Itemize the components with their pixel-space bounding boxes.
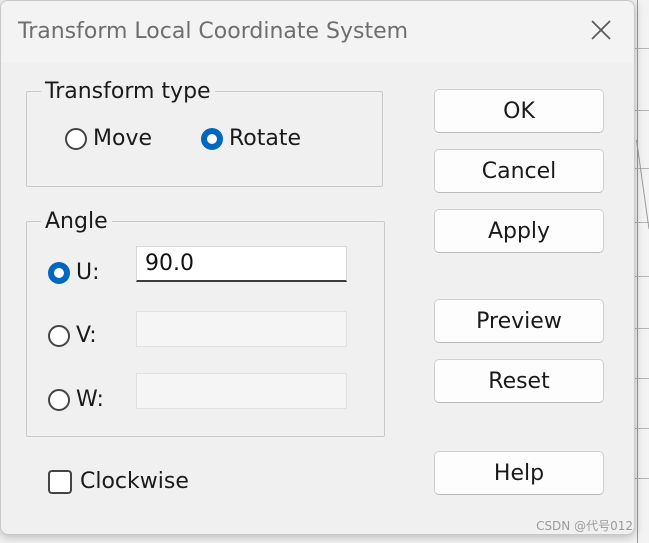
angle-u-input[interactable] <box>136 246 347 282</box>
radio-axis-v-label: V: <box>76 323 97 348</box>
transform-lcs-dialog: Transform Local Coordinate System Transf… <box>0 0 635 535</box>
watermark: CSDN @代号012 <box>536 519 633 533</box>
radio-axis-u[interactable]: U: <box>48 260 100 285</box>
radio-axis-u-label: U: <box>76 260 100 285</box>
radio-axis-w[interactable]: W: <box>48 387 104 412</box>
radio-rotate[interactable]: Rotate <box>201 126 301 151</box>
radio-axis-v[interactable]: V: <box>48 323 97 348</box>
close-icon <box>591 20 611 40</box>
help-button[interactable]: Help <box>434 451 604 495</box>
clockwise-checkbox[interactable]: Clockwise <box>48 469 189 494</box>
reset-button[interactable]: Reset <box>434 359 604 403</box>
preview-button[interactable]: Preview <box>434 299 604 343</box>
radio-move[interactable]: Move <box>65 126 152 151</box>
angle-legend: Angle <box>45 209 108 234</box>
radio-rotate-indicator <box>201 127 223 150</box>
angle-v-input[interactable] <box>136 311 347 347</box>
clockwise-checkbox-box <box>48 469 72 494</box>
radio-axis-w-indicator <box>48 388 70 411</box>
radio-axis-w-label: W: <box>76 387 104 412</box>
cancel-button[interactable]: Cancel <box>434 149 604 193</box>
title-bar: Transform Local Coordinate System <box>1 1 634 63</box>
close-button[interactable] <box>586 15 616 45</box>
ok-button[interactable]: OK <box>434 89 604 133</box>
transform-type-legend: Transform type <box>45 79 211 104</box>
radio-move-indicator <box>65 127 87 150</box>
radio-rotate-label: Rotate <box>229 126 302 151</box>
radio-axis-v-indicator <box>48 324 70 347</box>
angle-w-input[interactable] <box>136 373 347 409</box>
dialog-title: Transform Local Coordinate System <box>18 19 409 44</box>
radio-move-label: Move <box>93 126 152 151</box>
clockwise-label: Clockwise <box>80 469 189 494</box>
radio-axis-u-indicator <box>48 261 70 284</box>
apply-button[interactable]: Apply <box>434 209 604 253</box>
grid-line <box>637 0 638 543</box>
